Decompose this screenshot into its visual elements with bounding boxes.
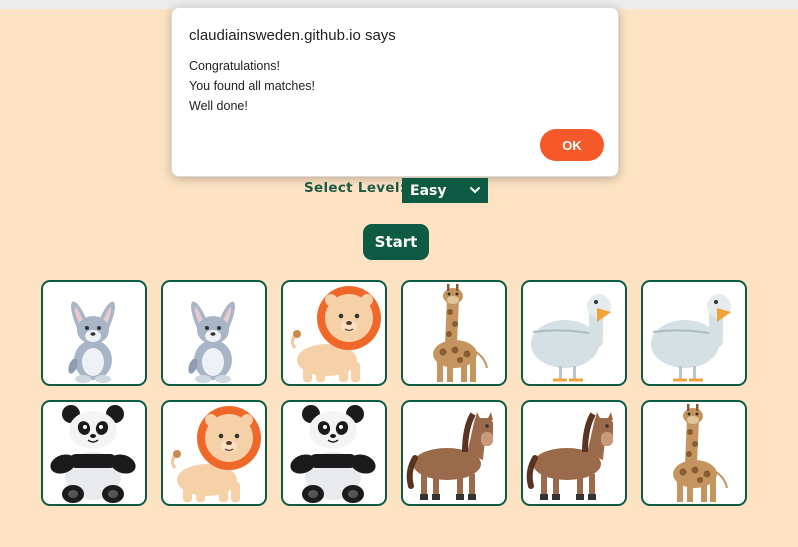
ok-button[interactable]: OK (540, 129, 604, 161)
horse-icon (523, 402, 625, 504)
card-lion[interactable] (281, 280, 387, 386)
card-panda[interactable] (281, 400, 387, 506)
start-button[interactable]: Start (363, 224, 429, 260)
panda-icon (43, 402, 145, 504)
level-label: Select Level: (304, 180, 406, 196)
card-horse[interactable] (401, 400, 507, 506)
card-horse[interactable] (521, 400, 627, 506)
panda-icon (283, 402, 385, 504)
level-select[interactable]: Easy (402, 178, 488, 203)
dialog-message: Congratulations! You found all matches! … (189, 56, 315, 116)
card-giraffe[interactable] (641, 400, 747, 506)
rabbit-icon (43, 282, 145, 384)
alert-dialog: claudiainsweden.github.io says Congratul… (171, 7, 619, 177)
card-rabbit[interactable] (41, 280, 147, 386)
giraffe-icon (643, 402, 745, 504)
level-select-value: Easy (410, 182, 447, 199)
rabbit-icon (163, 282, 265, 384)
card-lion[interactable] (161, 400, 267, 506)
card-panda[interactable] (41, 400, 147, 506)
card-goose[interactable] (641, 280, 747, 386)
horse-icon (403, 402, 505, 504)
goose-icon (523, 282, 625, 384)
card-rabbit[interactable] (161, 280, 267, 386)
chevron-down-icon (470, 187, 480, 194)
card-giraffe[interactable] (401, 280, 507, 386)
dialog-line: Congratulations! (189, 59, 281, 73)
card-goose[interactable] (521, 280, 627, 386)
giraffe-icon (403, 282, 505, 384)
lion-icon (283, 282, 385, 384)
lion-icon (163, 402, 265, 504)
dialog-line: Well done! (189, 99, 248, 113)
dialog-line: You found all matches! (189, 79, 316, 93)
dialog-origin: claudiainsweden.github.io says (189, 27, 396, 44)
goose-icon (643, 282, 745, 384)
